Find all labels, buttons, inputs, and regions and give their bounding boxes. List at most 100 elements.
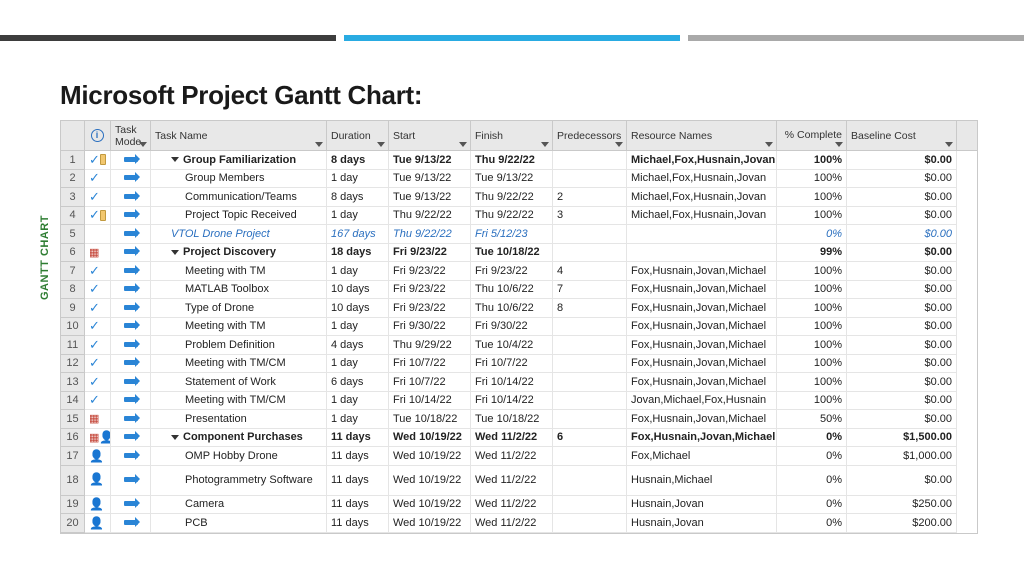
indicators-cell[interactable]: ✓	[85, 281, 111, 300]
indicators-cell[interactable]: 👤	[85, 466, 111, 496]
predecessors-cell[interactable]	[553, 170, 627, 189]
row-number[interactable]: 10	[61, 318, 85, 337]
row-number[interactable]: 11	[61, 336, 85, 355]
predecessors-cell[interactable]	[553, 244, 627, 263]
finish-cell[interactable]: Tue 10/18/22	[471, 244, 553, 263]
pct-complete-cell[interactable]: 100%	[777, 299, 847, 318]
duration-cell[interactable]: 11 days	[327, 514, 389, 533]
pct-complete-cell[interactable]: 50%	[777, 410, 847, 429]
indicators-cell[interactable]: ✓	[85, 170, 111, 189]
start-cell[interactable]: Fri 9/30/22	[389, 318, 471, 337]
row-number[interactable]: 5	[61, 225, 85, 244]
indicators-cell[interactable]: ✓	[85, 373, 111, 392]
task-name-cell[interactable]: OMP Hobby Drone	[151, 447, 327, 466]
table-row[interactable]: 5VTOL Drone Project167 daysThu 9/22/22Fr…	[61, 225, 977, 244]
indicators-cell[interactable]: ▦👤	[85, 429, 111, 448]
resource-names-cell[interactable]: Fox,Husnain,Jovan,Michael	[627, 429, 777, 448]
pct-complete-cell[interactable]: 100%	[777, 281, 847, 300]
finish-cell[interactable]: Tue 9/13/22	[471, 170, 553, 189]
predecessors-cell[interactable]	[553, 318, 627, 337]
resource-names-cell[interactable]: Fox,Husnain,Jovan,Michael	[627, 373, 777, 392]
indicators-cell[interactable]	[85, 225, 111, 244]
col-baseline-cost[interactable]: Baseline Cost	[847, 121, 957, 150]
table-row[interactable]: 2✓Group Members1 dayTue 9/13/22Tue 9/13/…	[61, 170, 977, 189]
finish-cell[interactable]: Thu 9/22/22	[471, 188, 553, 207]
predecessors-cell[interactable]	[553, 466, 627, 496]
task-name-cell[interactable]: MATLAB Toolbox	[151, 281, 327, 300]
predecessors-cell[interactable]: 2	[553, 188, 627, 207]
predecessors-cell[interactable]	[553, 355, 627, 374]
finish-cell[interactable]: Thu 10/6/22	[471, 281, 553, 300]
start-cell[interactable]: Fri 10/14/22	[389, 392, 471, 411]
table-row[interactable]: 13✓Statement of Work6 daysFri 10/7/22Fri…	[61, 373, 977, 392]
indicators-cell[interactable]: ✓	[85, 318, 111, 337]
baseline-cost-cell[interactable]: $0.00	[847, 281, 957, 300]
pct-complete-cell[interactable]: 100%	[777, 318, 847, 337]
start-cell[interactable]: Thu 9/22/22	[389, 225, 471, 244]
resource-names-cell[interactable]: Michael,Fox,Husnain,Jovan	[627, 188, 777, 207]
task-mode-cell[interactable]	[111, 336, 151, 355]
resource-names-cell[interactable]: Fox,Husnain,Jovan,Michael	[627, 318, 777, 337]
duration-cell[interactable]: 10 days	[327, 299, 389, 318]
baseline-cost-cell[interactable]: $0.00	[847, 392, 957, 411]
row-number[interactable]: 20	[61, 514, 85, 533]
duration-cell[interactable]: 8 days	[327, 151, 389, 170]
task-mode-cell[interactable]	[111, 496, 151, 515]
baseline-cost-cell[interactable]: $250.00	[847, 496, 957, 515]
task-name-cell[interactable]: Statement of Work	[151, 373, 327, 392]
row-number[interactable]: 14	[61, 392, 85, 411]
finish-cell[interactable]: Tue 10/4/22	[471, 336, 553, 355]
task-mode-cell[interactable]	[111, 151, 151, 170]
baseline-cost-cell[interactable]: $0.00	[847, 188, 957, 207]
baseline-cost-cell[interactable]: $0.00	[847, 373, 957, 392]
task-mode-cell[interactable]	[111, 262, 151, 281]
col-start[interactable]: Start	[389, 121, 471, 150]
task-mode-cell[interactable]	[111, 225, 151, 244]
predecessors-cell[interactable]: 4	[553, 262, 627, 281]
predecessors-cell[interactable]: 6	[553, 429, 627, 448]
finish-cell[interactable]: Wed 11/2/22	[471, 514, 553, 533]
resource-names-cell[interactable]	[627, 225, 777, 244]
duration-cell[interactable]: 11 days	[327, 496, 389, 515]
predecessors-cell[interactable]	[553, 392, 627, 411]
indicators-cell[interactable]: ✓	[85, 299, 111, 318]
table-row[interactable]: 19👤Camera11 daysWed 10/19/22Wed 11/2/22H…	[61, 496, 977, 515]
predecessors-cell[interactable]: 3	[553, 207, 627, 226]
pct-complete-cell[interactable]: 0%	[777, 225, 847, 244]
row-number[interactable]: 2	[61, 170, 85, 189]
resource-names-cell[interactable]: Fox,Husnain,Jovan,Michael	[627, 410, 777, 429]
row-number[interactable]: 19	[61, 496, 85, 515]
table-row[interactable]: 7✓Meeting with TM1 dayFri 9/23/22Fri 9/2…	[61, 262, 977, 281]
baseline-cost-cell[interactable]: $0.00	[847, 207, 957, 226]
indicators-cell[interactable]: ✓	[85, 355, 111, 374]
col-task-name[interactable]: Task Name	[151, 121, 327, 150]
resource-names-cell[interactable]: Fox,Michael	[627, 447, 777, 466]
row-number[interactable]: 8	[61, 281, 85, 300]
pct-complete-cell[interactable]: 0%	[777, 447, 847, 466]
finish-cell[interactable]: Wed 11/2/22	[471, 447, 553, 466]
pct-complete-cell[interactable]: 0%	[777, 429, 847, 448]
task-name-cell[interactable]: Camera	[151, 496, 327, 515]
row-number[interactable]: 15	[61, 410, 85, 429]
baseline-cost-cell[interactable]: $0.00	[847, 151, 957, 170]
resource-names-cell[interactable]: Fox,Husnain,Jovan,Michael	[627, 281, 777, 300]
collapse-caret-icon[interactable]	[171, 250, 179, 255]
start-cell[interactable]: Thu 9/29/22	[389, 336, 471, 355]
indicators-cell[interactable]: ✓	[85, 336, 111, 355]
collapse-caret-icon[interactable]	[171, 435, 179, 440]
task-mode-cell[interactable]	[111, 429, 151, 448]
pct-complete-cell[interactable]: 100%	[777, 262, 847, 281]
duration-cell[interactable]: 11 days	[327, 466, 389, 496]
duration-cell[interactable]: 11 days	[327, 429, 389, 448]
finish-cell[interactable]: Wed 11/2/22	[471, 429, 553, 448]
finish-cell[interactable]: Thu 9/22/22	[471, 151, 553, 170]
resource-names-cell[interactable]: Husnain,Jovan	[627, 514, 777, 533]
duration-cell[interactable]: 1 day	[327, 207, 389, 226]
col-indicators[interactable]: i	[85, 121, 111, 150]
pct-complete-cell[interactable]: 0%	[777, 496, 847, 515]
task-mode-cell[interactable]	[111, 299, 151, 318]
task-mode-cell[interactable]	[111, 318, 151, 337]
task-name-cell[interactable]: Project Topic Received	[151, 207, 327, 226]
row-number[interactable]: 1	[61, 151, 85, 170]
indicators-cell[interactable]: ✓	[85, 188, 111, 207]
